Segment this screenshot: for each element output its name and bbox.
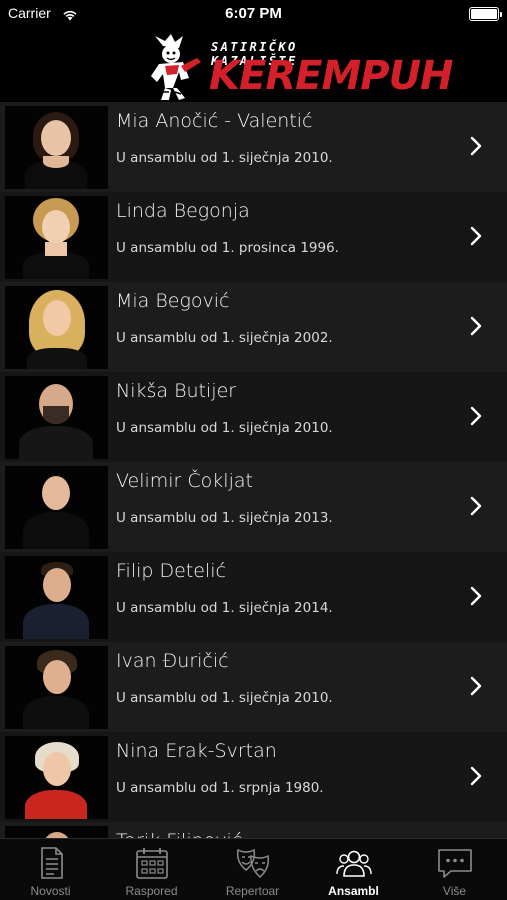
tab-label: Raspored (125, 884, 178, 898)
battery-icon (469, 7, 502, 21)
chevron-right-icon (470, 316, 482, 336)
tab-label: Više (442, 884, 467, 898)
news-icon (40, 847, 63, 879)
actor-since: U ansamblu od 1. siječnja 2010. (116, 150, 333, 166)
actor-photo (5, 466, 108, 549)
actor-name: Ivan Đuričić (116, 650, 229, 672)
actor-name: Nina Erak-Svrtan (116, 740, 277, 762)
list-item[interactable]: Filip Detelić U ansamblu od 1. siječnja … (0, 552, 507, 642)
actor-photo (5, 106, 108, 189)
jester-mascot-icon (151, 34, 201, 100)
list-item[interactable]: Velimir Čokljat U ansamblu od 1. siječnj… (0, 462, 507, 552)
tab-ansambl[interactable]: Ansambl (303, 839, 404, 900)
status-bar: Carrier 6:07 PM (0, 0, 507, 28)
chevron-right-icon (470, 676, 482, 696)
logo-wordmark: KEREMPUH (209, 53, 454, 99)
list-item[interactable]: Linda Begonja U ansamblu od 1. prosinca … (0, 192, 507, 282)
tab-label: Ansambl (328, 884, 379, 898)
chevron-right-icon (470, 766, 482, 786)
theater-masks-icon (236, 848, 269, 879)
chevron-right-icon (470, 136, 482, 156)
chevron-right-icon (470, 406, 482, 426)
more-icon (437, 849, 472, 878)
actor-since: U ansamblu od 1. prosinca 1996. (116, 240, 339, 256)
tab-label: Repertoar (225, 884, 280, 898)
actor-photo (5, 646, 108, 729)
actor-since: U ansamblu od 1. siječnja 2002. (116, 330, 333, 346)
list-item[interactable]: Tarik Filipović (0, 822, 507, 838)
list-item[interactable]: Nikša Butijer U ansamblu od 1. siječnja … (0, 372, 507, 462)
actor-photo (5, 286, 108, 369)
tab-vise[interactable]: Više (404, 839, 505, 900)
actor-since: U ansamblu od 1. siječnja 2013. (116, 510, 333, 526)
actor-photo (5, 376, 108, 459)
list-item[interactable]: Nina Erak-Svrtan U ansamblu od 1. srpnja… (0, 732, 507, 822)
ensemble-list[interactable]: Mia Anočić - Valentić U ansamblu od 1. s… (0, 102, 507, 838)
chevron-right-icon (470, 226, 482, 246)
actor-since: U ansamblu od 1. siječnja 2010. (116, 690, 333, 706)
actor-name: Mia Begović (116, 290, 230, 312)
actor-name: Linda Begonja (116, 200, 250, 222)
actor-photo (5, 826, 108, 838)
list-item[interactable]: Ivan Đuričić U ansamblu od 1. siječnja 2… (0, 642, 507, 732)
actor-name: Tarik Filipović (116, 830, 242, 838)
calendar-icon (135, 848, 168, 879)
kerempuh-logo: SATIRIČKO KAZALIŠTE KEREMPUH (145, 32, 454, 102)
app-header: SATIRIČKO KAZALIŠTE KEREMPUH (0, 28, 507, 102)
tab-raspored[interactable]: Raspored (101, 839, 202, 900)
tab-novosti[interactable]: Novosti (0, 839, 101, 900)
list-item[interactable]: Mia Anočić - Valentić U ansamblu od 1. s… (0, 102, 507, 192)
tab-repertoar[interactable]: Repertoar (202, 839, 303, 900)
actor-name: Filip Detelić (116, 560, 226, 582)
actor-since: U ansamblu od 1. srpnja 1980. (116, 780, 324, 796)
tab-bar: Novosti Raspored Repertoar Ansambl Više (0, 838, 507, 900)
actor-since: U ansamblu od 1. siječnja 2014. (116, 600, 333, 616)
actor-photo (5, 196, 108, 279)
actor-photo (5, 556, 108, 639)
actor-name: Nikša Butijer (116, 380, 237, 402)
tab-label: Novosti (30, 884, 71, 898)
actor-since: U ansamblu od 1. siječnja 2010. (116, 420, 333, 436)
people-icon (335, 850, 372, 877)
actor-name: Velimir Čokljat (116, 470, 253, 492)
actor-photo (5, 736, 108, 819)
clock: 6:07 PM (225, 5, 282, 22)
actor-name: Mia Anočić - Valentić (116, 110, 313, 132)
chevron-right-icon (470, 496, 482, 516)
chevron-right-icon (470, 586, 482, 606)
list-item[interactable]: Mia Begović U ansamblu od 1. siječnja 20… (0, 282, 507, 372)
